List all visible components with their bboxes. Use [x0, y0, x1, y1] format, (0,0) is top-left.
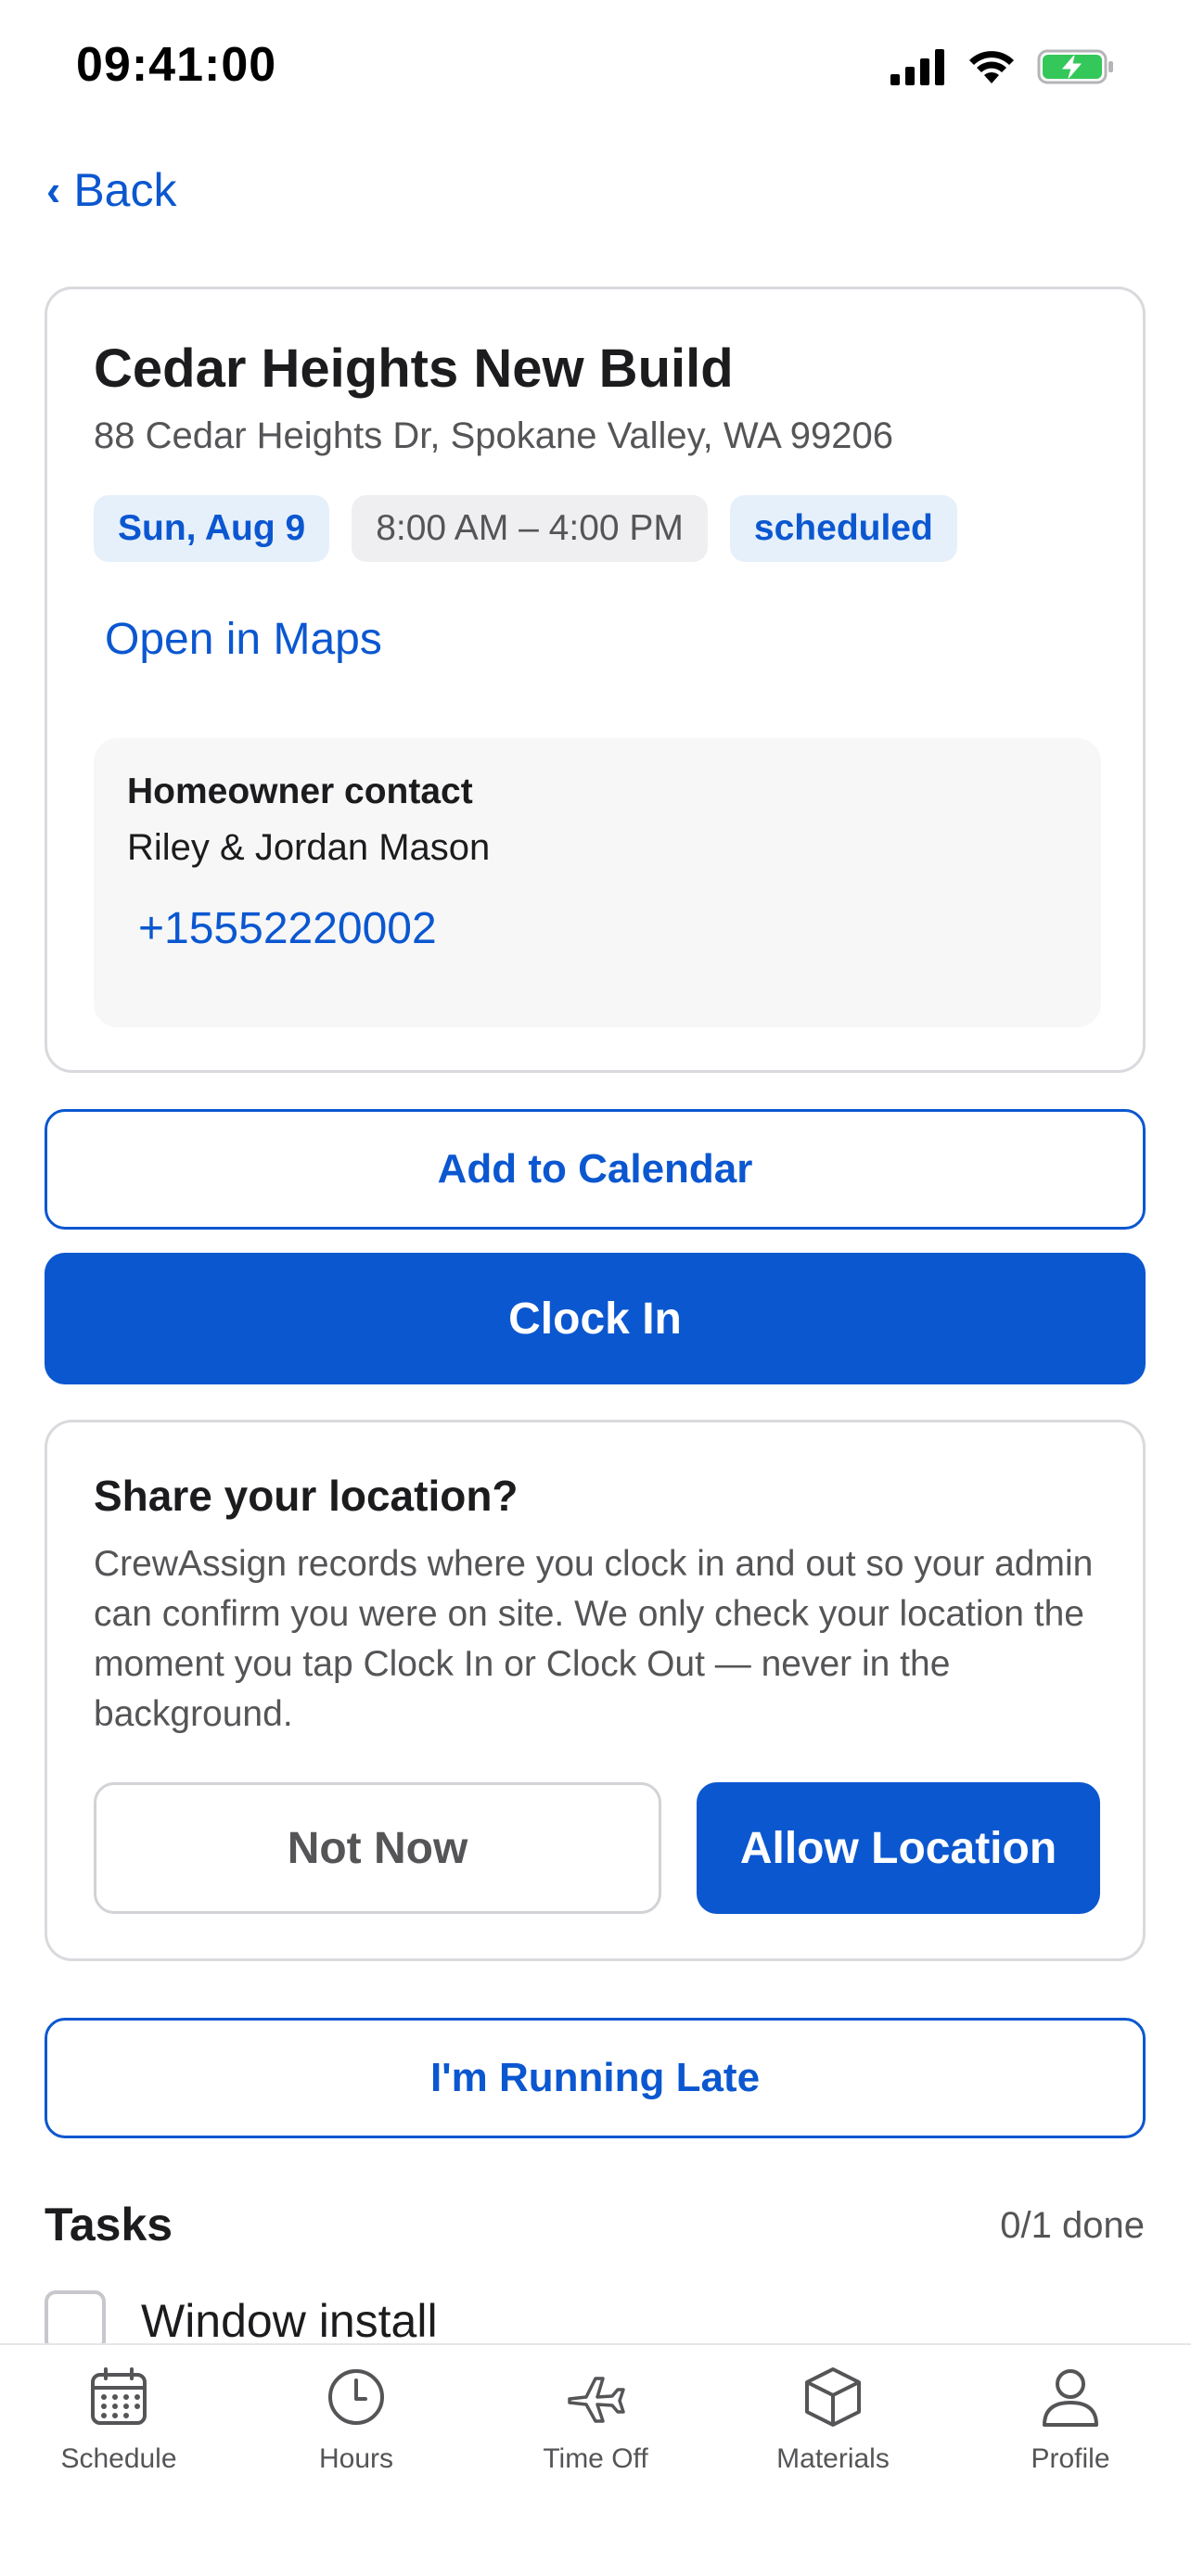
- battery-charging-icon: [1037, 49, 1113, 84]
- job-chips: Sun, Aug 9 8:00 AM – 4:00 PM scheduled: [94, 495, 957, 562]
- job-details-card: Cedar Heights New Build 88 Cedar Heights…: [45, 287, 1146, 1073]
- tab-time-off[interactable]: Time Off: [477, 2364, 714, 2475]
- wifi-icon: [969, 51, 1014, 83]
- task-label: Window install: [141, 2295, 438, 2347]
- status-icons: [890, 48, 1115, 85]
- add-to-calendar-button[interactable]: Add to Calendar: [45, 1109, 1146, 1230]
- open-in-maps-link[interactable]: Open in Maps: [105, 614, 382, 665]
- location-prompt-body: CrewAssign records where you clock in an…: [94, 1544, 1094, 1734]
- status-badge: scheduled: [729, 495, 957, 562]
- job-address: 88 Cedar Heights Dr, Spokane Valley, WA …: [94, 415, 893, 456]
- contact-phone-link[interactable]: +15552220002: [138, 903, 437, 954]
- tab-label: Hours: [318, 2443, 394, 2474]
- status-time: 09:41:00: [76, 38, 277, 92]
- time-range-chip: 8:00 AM – 4:00 PM: [352, 495, 708, 562]
- clock-icon: [328, 2369, 384, 2425]
- tab-bar: Schedule Hours Time Off Materials Profil…: [0, 2343, 1191, 2576]
- tab-schedule[interactable]: Schedule: [0, 2364, 237, 2475]
- clock-in-button[interactable]: Clock In: [45, 1253, 1146, 1384]
- airplane-icon: [568, 2377, 625, 2423]
- contact-label: Homeowner contact: [127, 772, 473, 811]
- chevron-left-icon: ‹: [46, 166, 61, 214]
- job-title: Cedar Heights New Build: [94, 338, 734, 399]
- tab-label: Profile: [1031, 2443, 1110, 2474]
- tab-label: Materials: [776, 2443, 890, 2474]
- box-icon: [805, 2367, 861, 2427]
- calendar-icon: [91, 2367, 147, 2425]
- status-bar: 09:41:00: [0, 0, 1191, 139]
- allow-location-button[interactable]: Allow Location: [697, 1782, 1100, 1914]
- back-button[interactable]: ‹ Back: [46, 163, 177, 217]
- tab-label: Schedule: [60, 2443, 177, 2474]
- location-permission-card: Share your location? CrewAssign records …: [45, 1420, 1146, 1961]
- tasks-heading: Tasks: [45, 2199, 173, 2251]
- tab-hours[interactable]: Hours: [237, 2364, 475, 2475]
- back-label: Back: [73, 164, 177, 216]
- not-now-button[interactable]: Not Now: [94, 1782, 661, 1914]
- contact-name: Riley & Jordan Mason: [127, 827, 491, 868]
- tab-label: Time Off: [543, 2443, 648, 2474]
- tasks-count: 0/1 done: [1000, 2205, 1145, 2246]
- homeowner-contact-box: Homeowner contact Riley & Jordan Mason +…: [94, 738, 1101, 1027]
- location-prompt-title: Share your location?: [94, 1472, 519, 1520]
- tab-materials[interactable]: Materials: [714, 2364, 952, 2475]
- date-chip: Sun, Aug 9: [94, 495, 330, 562]
- cellular-signal-icon: [890, 49, 944, 85]
- tab-profile[interactable]: Profile: [952, 2364, 1189, 2475]
- running-late-button[interactable]: I'm Running Late: [45, 2018, 1146, 2138]
- person-icon: [1043, 2369, 1098, 2427]
